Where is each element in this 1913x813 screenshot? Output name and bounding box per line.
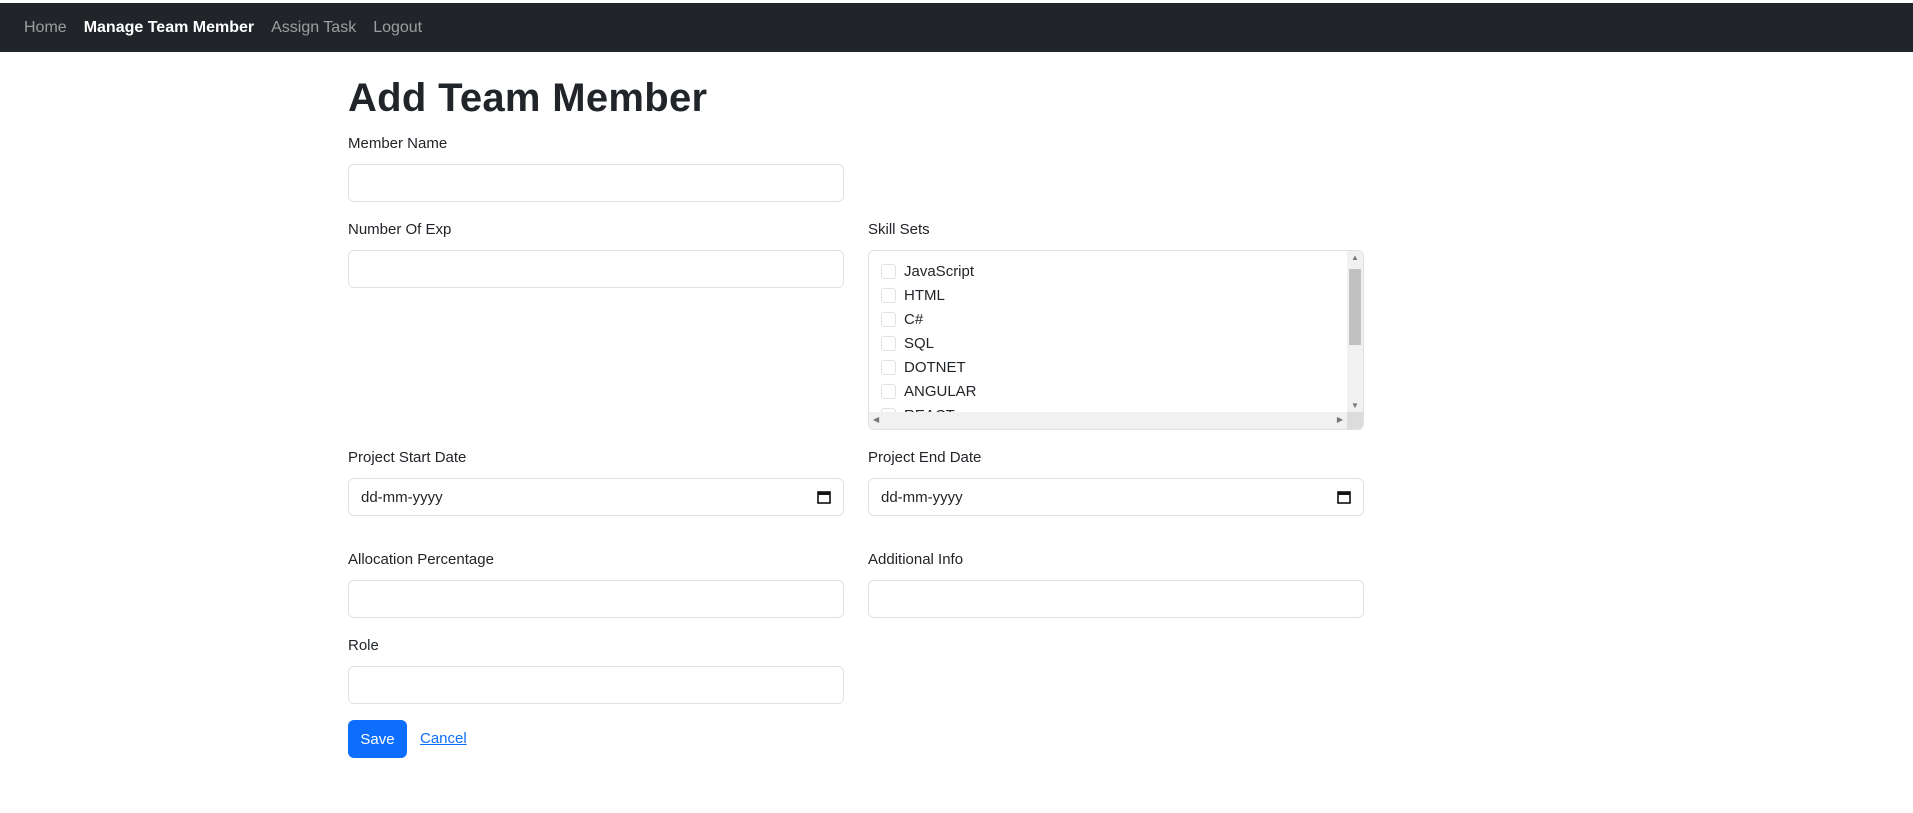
allocation-percentage-input[interactable]: [348, 580, 844, 618]
skill-option-angular: ANGULAR: [881, 379, 977, 403]
skill-option-label: JavaScript: [904, 262, 975, 280]
allocation-percentage-label: Allocation Percentage: [348, 551, 494, 568]
project-start-date-input[interactable]: dd-mm-yyyy: [348, 478, 844, 516]
scroll-up-arrow-icon[interactable]: ▲: [1351, 254, 1359, 262]
skill-options: JavaScript HTML C# SQL DOTNET ANGULAR RE…: [881, 259, 977, 427]
date-placeholder: dd-mm-yyyy: [361, 488, 443, 506]
skill-option-label: ANGULAR: [904, 382, 977, 400]
number-of-exp-label: Number Of Exp: [348, 221, 452, 238]
scrollbar-corner: [1347, 412, 1363, 429]
scroll-down-arrow-icon[interactable]: ▼: [1351, 402, 1359, 410]
scroll-left-arrow-icon[interactable]: ◀: [873, 416, 879, 424]
skill-checkbox-angular[interactable]: [881, 383, 896, 399]
skill-option-label: SQL: [904, 334, 935, 352]
skill-option-javascript: JavaScript: [881, 259, 977, 283]
nav-logout-link[interactable]: Logout: [373, 19, 422, 37]
skill-option-dotnet: DOTNET: [881, 355, 977, 379]
number-of-exp-input[interactable]: [348, 250, 844, 288]
skill-checkbox-javascript[interactable]: [881, 263, 896, 279]
save-button[interactable]: Save: [348, 720, 407, 758]
skill-option-sql: SQL: [881, 331, 977, 355]
skill-checkbox-dotnet[interactable]: [881, 359, 896, 375]
skill-sets-horizontal-scrollbar[interactable]: ◀ ▶: [869, 412, 1347, 429]
nav-assign-task-link[interactable]: Assign Task: [271, 19, 356, 37]
nav-home-link[interactable]: Home: [24, 19, 67, 37]
skill-sets-vertical-scrollbar[interactable]: ▲ ▼: [1347, 251, 1363, 413]
skill-checkbox-csharp[interactable]: [881, 311, 896, 327]
skill-checkbox-sql[interactable]: [881, 335, 896, 351]
additional-info-input[interactable]: [868, 580, 1364, 618]
nav-manage-team-member-link[interactable]: Manage Team Member: [84, 19, 254, 37]
member-name-input[interactable]: [348, 164, 844, 202]
member-name-label: Member Name: [348, 135, 448, 152]
page-title: Add Team Member: [348, 76, 708, 120]
additional-info-label: Additional Info: [868, 551, 964, 568]
calendar-icon[interactable]: [817, 490, 831, 504]
role-label: Role: [348, 637, 379, 654]
project-end-date-input[interactable]: dd-mm-yyyy: [868, 478, 1364, 516]
skill-option-html: HTML: [881, 283, 977, 307]
skill-option-label: DOTNET: [904, 358, 966, 376]
skill-sets-label: Skill Sets: [868, 221, 930, 238]
vertical-scroll-thumb[interactable]: [1349, 269, 1361, 345]
skill-option-csharp: C#: [881, 307, 977, 331]
skill-checkbox-html[interactable]: [881, 287, 896, 303]
date-placeholder: dd-mm-yyyy: [881, 488, 963, 506]
calendar-icon[interactable]: [1337, 490, 1351, 504]
skill-sets-listbox[interactable]: JavaScript HTML C# SQL DOTNET ANGULAR RE…: [868, 250, 1364, 430]
skill-option-label: C#: [904, 310, 924, 328]
project-end-date-label: Project End Date: [868, 449, 982, 466]
project-start-date-label: Project Start Date: [348, 449, 467, 466]
scroll-right-arrow-icon[interactable]: ▶: [1337, 416, 1343, 424]
cancel-link[interactable]: Cancel: [420, 730, 467, 747]
top-navbar: Home Manage Team Member Assign Task Logo…: [0, 3, 1913, 52]
role-input[interactable]: [348, 666, 844, 704]
skill-option-label: HTML: [904, 286, 945, 304]
